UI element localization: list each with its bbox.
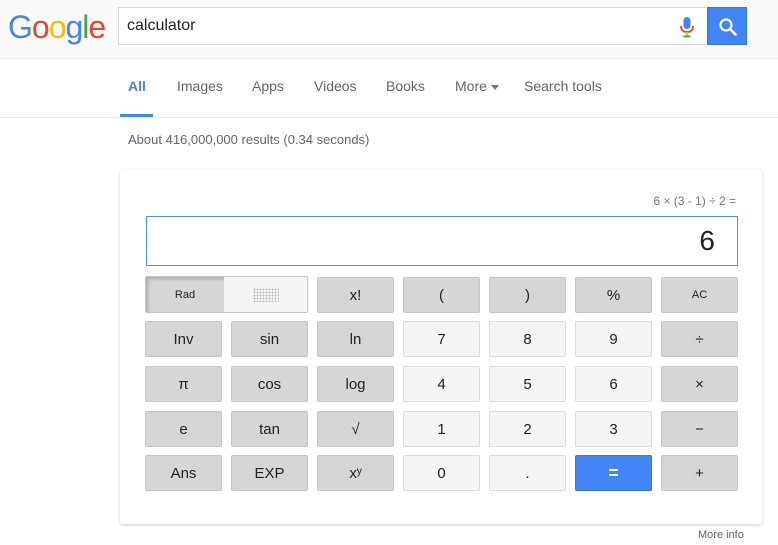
tab-more-label: More bbox=[455, 78, 487, 94]
log-key[interactable]: log bbox=[317, 366, 394, 402]
tab-videos[interactable]: Videos bbox=[314, 78, 357, 94]
ln-key[interactable]: ln bbox=[317, 321, 394, 357]
rad-button[interactable]: Rad bbox=[146, 277, 224, 312]
search-box bbox=[118, 7, 706, 45]
digit-7-key[interactable]: 7 bbox=[403, 321, 480, 357]
sqrt-key[interactable]: √ bbox=[317, 411, 394, 447]
all-clear-key[interactable]: AC bbox=[661, 277, 738, 313]
calculator-result: 6 bbox=[699, 225, 715, 256]
cos-key[interactable]: cos bbox=[231, 366, 308, 402]
calculator-display: 6 bbox=[146, 216, 738, 266]
add-key[interactable]: + bbox=[661, 455, 738, 491]
digit-0-key[interactable]: 0 bbox=[403, 455, 480, 491]
tab-more[interactable]: More bbox=[455, 78, 499, 94]
tan-key[interactable]: tan bbox=[231, 411, 308, 447]
more-info-link[interactable]: More info bbox=[698, 529, 744, 541]
exp-key[interactable]: EXP bbox=[231, 455, 308, 491]
euler-key[interactable]: e bbox=[145, 411, 222, 447]
logo-letter: G bbox=[8, 9, 33, 45]
open-paren-key[interactable]: ( bbox=[403, 277, 480, 313]
tab-books[interactable]: Books bbox=[386, 78, 425, 94]
digit-2-key[interactable]: 2 bbox=[489, 411, 566, 447]
google-logo[interactable]: Google bbox=[8, 9, 106, 46]
sin-key[interactable]: sin bbox=[231, 321, 308, 357]
answer-key[interactable]: Ans bbox=[145, 455, 222, 491]
digit-1-key[interactable]: 1 bbox=[403, 411, 480, 447]
calculator-card: 6 × (3 - 1) ÷ 2 = 6 Rad x! ( ) % AC Inv … bbox=[120, 170, 762, 524]
calculator-expression: 6 × (3 - 1) ÷ 2 = bbox=[653, 194, 736, 208]
power-key[interactable]: xʸ bbox=[317, 455, 394, 491]
logo-letter: g bbox=[65, 9, 83, 45]
deg-button[interactable] bbox=[224, 277, 307, 312]
multiply-key[interactable]: × bbox=[661, 366, 738, 402]
search-button[interactable] bbox=[707, 7, 747, 45]
percent-key[interactable]: % bbox=[575, 277, 652, 313]
tab-images[interactable]: Images bbox=[177, 78, 223, 94]
divide-key[interactable]: ÷ bbox=[661, 321, 738, 357]
search-icon bbox=[719, 18, 737, 36]
tab-all[interactable]: All bbox=[128, 78, 146, 94]
active-tab-indicator bbox=[120, 114, 153, 117]
equals-key[interactable]: = bbox=[575, 455, 652, 491]
pi-key[interactable]: π bbox=[145, 366, 222, 402]
caret-down-icon bbox=[490, 84, 499, 90]
inverse-key[interactable]: Inv bbox=[145, 321, 222, 357]
digit-5-key[interactable]: 5 bbox=[489, 366, 566, 402]
angle-mode-toggle: Rad bbox=[145, 276, 308, 313]
microphone-icon[interactable] bbox=[679, 16, 695, 38]
digit-8-key[interactable]: 8 bbox=[489, 321, 566, 357]
tab-search-tools[interactable]: Search tools bbox=[524, 78, 602, 94]
dotted-icon bbox=[252, 287, 279, 302]
factorial-key[interactable]: x! bbox=[317, 277, 394, 313]
result-stats: About 416,000,000 results (0.34 seconds) bbox=[128, 132, 370, 147]
search-tabs: All Images Apps Videos Books More Search… bbox=[0, 59, 778, 118]
tab-apps[interactable]: Apps bbox=[252, 78, 284, 94]
digit-3-key[interactable]: 3 bbox=[575, 411, 652, 447]
logo-letter: e bbox=[88, 9, 106, 45]
search-input[interactable] bbox=[127, 8, 647, 44]
subtract-key[interactable]: − bbox=[661, 411, 738, 447]
logo-letter: o bbox=[48, 9, 67, 45]
digit-9-key[interactable]: 9 bbox=[575, 321, 652, 357]
digit-6-key[interactable]: 6 bbox=[575, 366, 652, 402]
decimal-key[interactable]: . bbox=[489, 455, 566, 491]
close-paren-key[interactable]: ) bbox=[489, 277, 566, 313]
top-bar: Google bbox=[0, 0, 778, 59]
digit-4-key[interactable]: 4 bbox=[403, 366, 480, 402]
logo-letter: o bbox=[31, 9, 50, 45]
